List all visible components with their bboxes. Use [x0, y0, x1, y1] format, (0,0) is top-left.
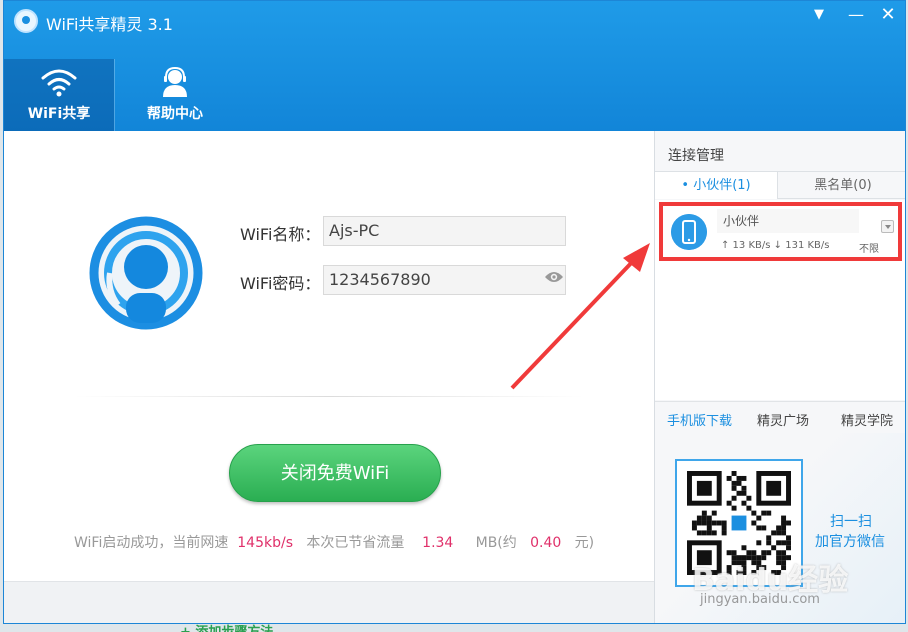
tab-help-center-label: 帮助中心: [147, 106, 203, 122]
tab-friends[interactable]: • 小伙伴(1): [655, 172, 777, 199]
connection-panel-title: 连接管理: [668, 148, 724, 164]
spirit-square-link[interactable]: 精灵广场: [757, 410, 809, 429]
minimize-icon[interactable]: —: [844, 5, 868, 25]
spirit-academy-link[interactable]: 精灵学院: [841, 410, 893, 429]
support-agent-icon: [163, 67, 187, 97]
status-saved-label: 本次已节省流量: [306, 535, 405, 551]
qr-caption-follow: 加官方微信: [815, 534, 885, 550]
qr-caption-scan: 扫一扫: [830, 514, 872, 530]
device-download-speed: ↓ 131 KB/s: [773, 240, 830, 251]
list-item[interactable]: 小伙伴 ↑ 13 KB/s ↓ 131 KB/s 不限: [659, 202, 902, 261]
wifi-icon: [41, 69, 77, 97]
tab-wifi-share-label: WiFi共享: [27, 106, 91, 122]
tab-wifi-share[interactable]: WiFi共享: [4, 59, 114, 131]
nav-separator: [114, 59, 115, 131]
mobile-download-link[interactable]: 手机版下载: [667, 410, 732, 429]
wifi-password-input[interactable]: 1234567890: [323, 265, 566, 295]
triangle-menu-icon[interactable]: ▼: [807, 5, 831, 25]
status-saved-value: 1.34: [422, 535, 454, 551]
chevron-down-icon[interactable]: [881, 220, 894, 233]
wifi-name-label: WiFi名称：: [240, 225, 321, 244]
close-icon[interactable]: ✕: [876, 5, 900, 25]
side-links: 手机版下载 精灵广场 精灵学院: [655, 401, 905, 433]
device-list: 小伙伴 ↑ 13 KB/s ↓ 131 KB/s 不限: [655, 200, 905, 400]
header-bar: WiFi共享精灵 3.1 ▼ — ✕ WiFi共享 帮助中心: [4, 1, 905, 131]
close-free-wifi-button[interactable]: 关闭免费WiFi: [229, 444, 441, 502]
status-line: WiFi启动成功，当前网速 145kb/s 本次已节省流量 1.34 MB(约 …: [74, 532, 594, 552]
eye-icon[interactable]: [544, 270, 564, 284]
app-title: WiFi共享精灵 3.1: [46, 15, 173, 34]
device-upload-speed: ↑ 13 KB/s: [721, 240, 771, 251]
phone-icon: [671, 214, 707, 250]
device-name[interactable]: 小伙伴: [717, 209, 859, 233]
connection-tabs: • 小伙伴(1) 黑名单(0): [655, 171, 905, 199]
divider: [74, 396, 584, 397]
app-logo-icon: [14, 9, 38, 33]
watermark-url: jingyan.baidu.com: [700, 592, 820, 607]
status-suffix: 元): [574, 535, 595, 551]
tab-help-center[interactable]: 帮助中心: [116, 59, 234, 131]
app-window: WiFi共享精灵 3.1 ▼ — ✕ WiFi共享 帮助中心 WiFi名称： A…: [3, 0, 906, 624]
wifi-share-panel: WiFi名称： Ajs-PC WiFi密码： 1234567890 关闭免费Wi…: [4, 131, 654, 623]
status-unit: MB(约: [475, 535, 517, 551]
tab-blacklist[interactable]: 黑名单(0): [777, 172, 905, 199]
status-speed: 145kb/s: [237, 535, 293, 551]
device-limit: 不限: [859, 244, 879, 255]
wifi-name-input[interactable]: Ajs-PC: [323, 216, 566, 246]
main-footer-bar: [4, 581, 654, 623]
wifi-password-label: WiFi密码：: [240, 274, 321, 293]
connection-panel: 连接管理 • 小伙伴(1) 黑名单(0) 小伙伴 ↑ 13 KB/s ↓ 131…: [654, 131, 905, 623]
device-speed: ↑ 13 KB/s ↓ 131 KB/s: [721, 240, 829, 251]
status-prefix: WiFi启动成功，当前网速: [74, 535, 229, 551]
wifi-spirit-logo-icon: [89, 216, 203, 330]
status-money: 0.40: [530, 535, 562, 551]
